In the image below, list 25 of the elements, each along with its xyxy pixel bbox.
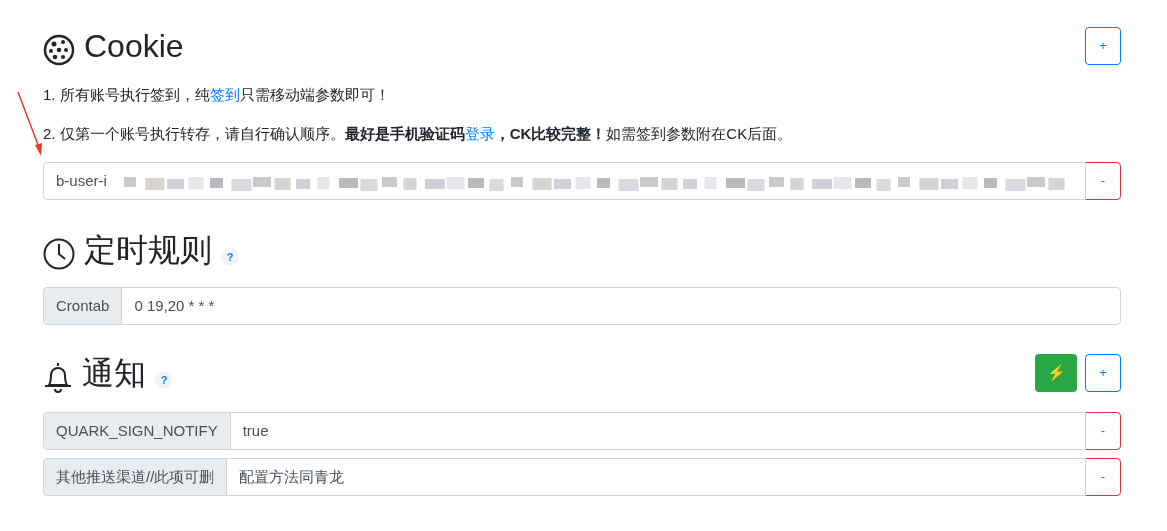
help-badge[interactable]: ? [155,371,173,389]
link[interactable]: 签到 [209,86,240,103]
input-field[interactable]: true [229,412,1086,450]
annotation-arrow [16,90,44,158]
remove-button[interactable]: - [1085,458,1121,496]
add-button[interactable]: + [1085,27,1121,65]
section-title: Cookie [84,27,184,66]
input-field[interactable]: 0 19,20 * * * [121,287,1121,325]
help-badge[interactable]: ? [221,248,239,266]
link[interactable]: 登录 [464,125,495,142]
input-label: Crontab [43,287,123,325]
remove-button[interactable]: - [1085,412,1121,450]
instruction-text: 2. 仅第一个账号执行转存，请自行确认顺序。最好是手机验证码登录，CK比较完整！如需签到参数附在CK后面。 [43,124,794,144]
section-title: 通知 [82,354,146,393]
instruction-text: 1. 所有账号执行签到，纯签到只需移动端参数即可！ [43,85,391,105]
bell-icon [43,361,73,393]
input-label: 其他推送渠道//此项可删 [43,458,228,496]
clock-icon [43,238,75,270]
input-label: QUARK_SIGN_NOTIFY [43,412,231,450]
input-field[interactable]: b-user-i [43,162,1086,200]
input-field[interactable]: 配置方法同青龙 [226,458,1086,496]
section-title: 定时规则 [84,231,212,270]
cookie-icon [43,34,75,66]
add-button[interactable]: + [1085,354,1121,392]
remove-button[interactable]: - [1085,162,1121,200]
